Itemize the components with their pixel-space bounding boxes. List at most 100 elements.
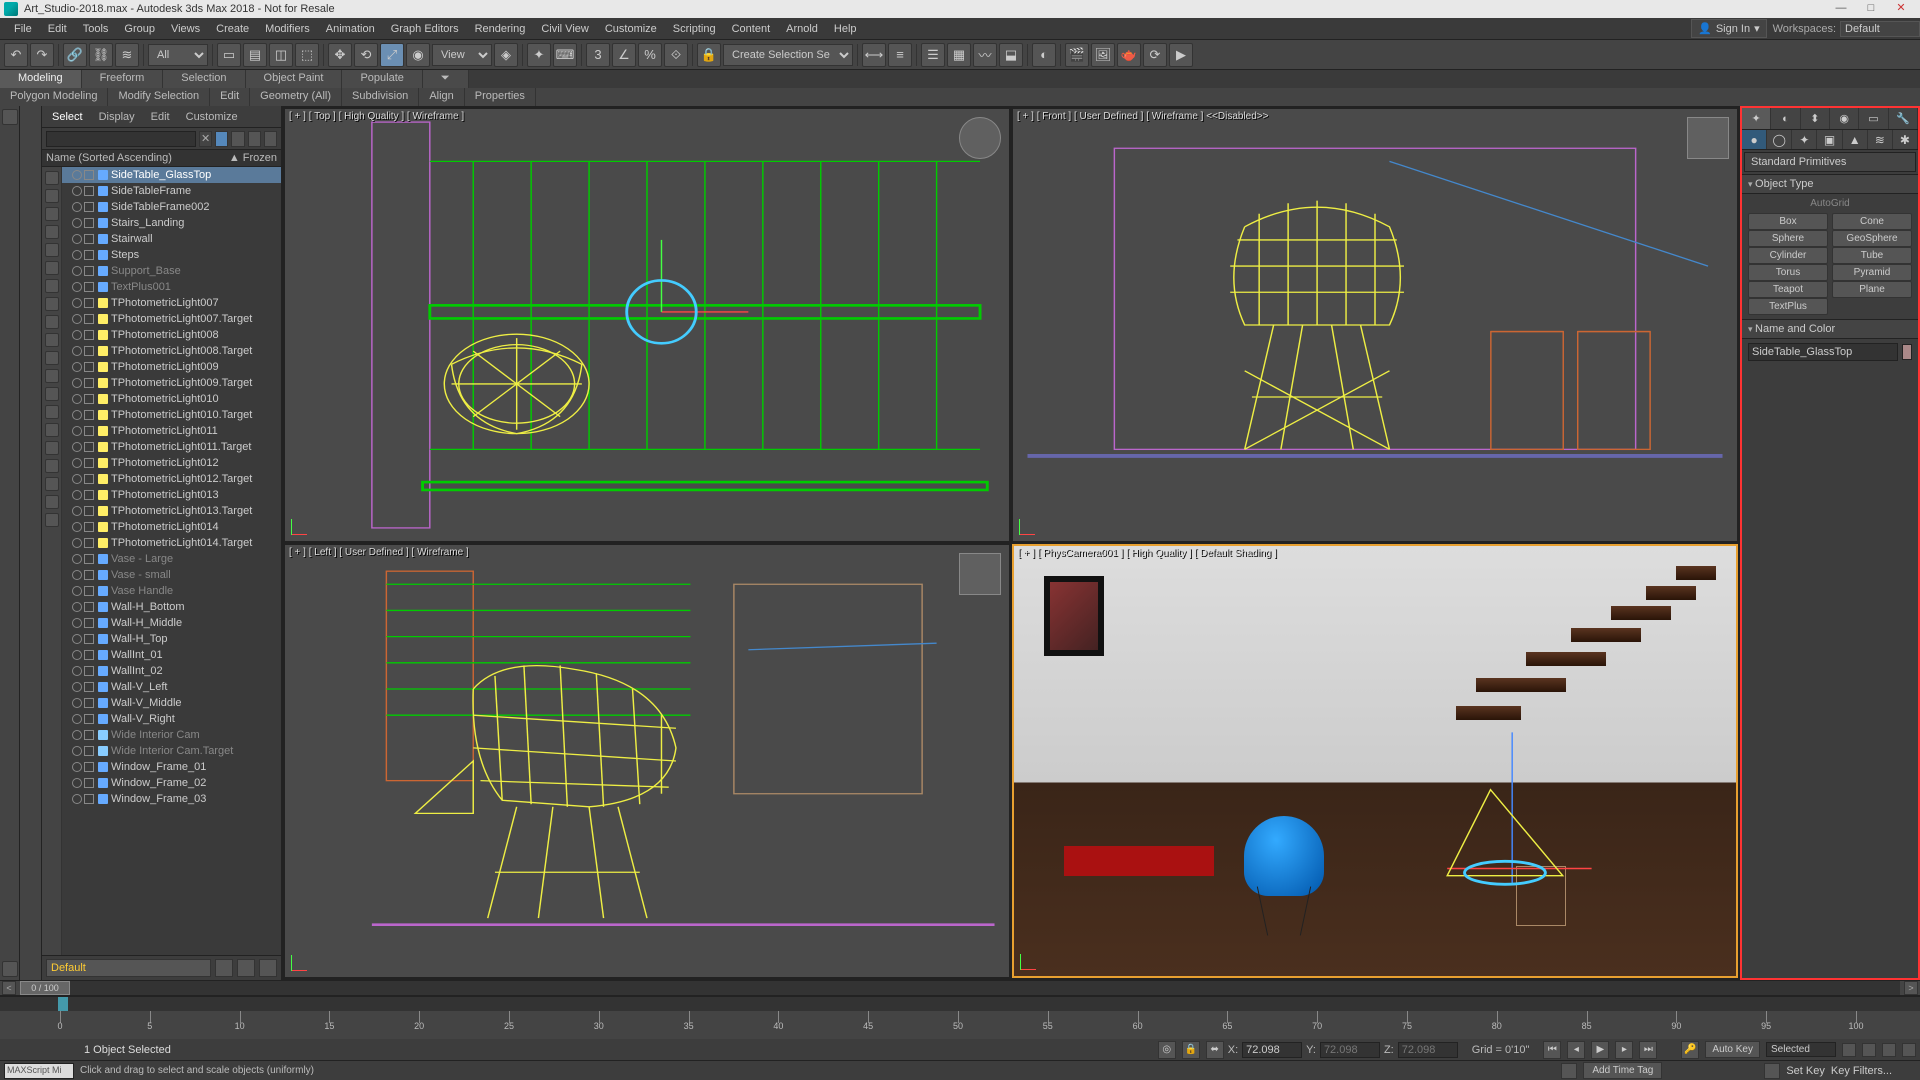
- freeze-icon[interactable]: [84, 682, 94, 692]
- freeze-icon[interactable]: [84, 202, 94, 212]
- render-iterative-button[interactable]: ⟳: [1143, 43, 1167, 67]
- render-production-button[interactable]: 🫖: [1117, 43, 1141, 67]
- scene-type-filter-17[interactable]: [45, 477, 59, 491]
- freeze-icon[interactable]: [84, 234, 94, 244]
- freeze-icon[interactable]: [84, 490, 94, 500]
- scene-item[interactable]: Window_Frame_02: [62, 775, 281, 791]
- primitive-torus[interactable]: Torus: [1748, 264, 1828, 281]
- scene-col-frozen[interactable]: ▲ Frozen: [229, 152, 277, 164]
- freeze-icon[interactable]: [84, 218, 94, 228]
- toggle-ribbon-button[interactable]: ▦: [947, 43, 971, 67]
- menu-arnold[interactable]: Arnold: [778, 20, 826, 38]
- scene-item[interactable]: Window_Frame_03: [62, 791, 281, 807]
- scene-type-filter-6[interactable]: [45, 279, 59, 293]
- scene-type-filter-7[interactable]: [45, 297, 59, 311]
- primitive-geosphere[interactable]: GeoSphere: [1832, 230, 1912, 247]
- visibility-icon[interactable]: [72, 586, 82, 596]
- viewport-camera-label[interactable]: [ + ] [ PhysCamera001 ] [ High Quality ]…: [1018, 548, 1277, 559]
- scene-item[interactable]: TPhotometricLight014.Target: [62, 535, 281, 551]
- render-activeshade-button[interactable]: ▶: [1169, 43, 1193, 67]
- setkey-button[interactable]: Set Key: [1786, 1065, 1825, 1077]
- freeze-icon[interactable]: [84, 730, 94, 740]
- menu-modifiers[interactable]: Modifiers: [257, 20, 318, 38]
- frame-input-icon[interactable]: [1764, 1063, 1780, 1079]
- scene-col-name[interactable]: Name (Sorted Ascending): [46, 152, 229, 164]
- refcoord-selector[interactable]: View: [432, 44, 492, 66]
- freeze-icon[interactable]: [84, 650, 94, 660]
- scene-type-filter-0[interactable]: [45, 171, 59, 185]
- transform-mode-icon[interactable]: ⬌: [1206, 1041, 1224, 1059]
- visibility-icon[interactable]: [72, 538, 82, 548]
- scene-item[interactable]: Wall-V_Middle: [62, 695, 281, 711]
- geometry-subtab[interactable]: ●: [1742, 130, 1767, 149]
- layer-toggle-3[interactable]: [259, 959, 277, 977]
- freeze-icon[interactable]: [84, 794, 94, 804]
- scene-item[interactable]: TPhotometricLight008: [62, 327, 281, 343]
- ribbon-sub-subdivision[interactable]: Subdivision: [342, 88, 419, 106]
- scene-item[interactable]: TPhotometricLight013.Target: [62, 503, 281, 519]
- scene-type-filter-8[interactable]: [45, 315, 59, 329]
- scene-item[interactable]: Wide Interior Cam: [62, 727, 281, 743]
- menu-animation[interactable]: Animation: [318, 20, 383, 38]
- scene-item[interactable]: Wide Interior Cam.Target: [62, 743, 281, 759]
- link-button[interactable]: 🔗: [63, 43, 87, 67]
- ribbon-sub-polygon-modeling[interactable]: Polygon Modeling: [0, 88, 108, 106]
- freeze-icon[interactable]: [84, 746, 94, 756]
- ribbon-sub-modify-selection[interactable]: Modify Selection: [108, 88, 210, 106]
- scene-expand-button[interactable]: [264, 131, 277, 147]
- key-filters-button[interactable]: Key Filters...: [1831, 1065, 1892, 1077]
- maxscript-listener[interactable]: MAXScript Mi: [4, 1063, 74, 1079]
- trackbar-handle[interactable]: [58, 997, 68, 1011]
- scene-item[interactable]: SideTableFrame: [62, 183, 281, 199]
- viewport-front[interactable]: [ + ] [ Front ] [ User Defined ] [ Wiref…: [1012, 108, 1738, 542]
- spinner-snap-button[interactable]: ⟐: [664, 43, 688, 67]
- freeze-icon[interactable]: [84, 586, 94, 596]
- scene-tab-edit[interactable]: Edit: [147, 109, 174, 125]
- scene-tab-customize[interactable]: Customize: [182, 109, 242, 125]
- bind-button[interactable]: ≋: [115, 43, 139, 67]
- visibility-icon[interactable]: [72, 282, 82, 292]
- visibility-icon[interactable]: [72, 458, 82, 468]
- select-region-button[interactable]: ◫: [269, 43, 293, 67]
- schematic-view-button[interactable]: ⬓: [999, 43, 1023, 67]
- freeze-icon[interactable]: [84, 666, 94, 676]
- visibility-icon[interactable]: [72, 378, 82, 388]
- freeze-icon[interactable]: [84, 282, 94, 292]
- scene-item[interactable]: WallInt_01: [62, 647, 281, 663]
- coord-z[interactable]: 72.098: [1398, 1042, 1458, 1058]
- rendered-frame-button[interactable]: 🖼: [1091, 43, 1115, 67]
- object-name-input[interactable]: [1748, 343, 1898, 361]
- utilities-tab[interactable]: 🔧: [1889, 108, 1918, 129]
- scene-type-filter-12[interactable]: [45, 387, 59, 401]
- time-slider-thumb[interactable]: 0 / 100: [20, 981, 70, 995]
- viewcube-front[interactable]: [1687, 117, 1729, 159]
- signin-button[interactable]: 👤 Sign In ▾: [1691, 19, 1766, 38]
- menu-customize[interactable]: Customize: [597, 20, 665, 38]
- scene-item[interactable]: SideTableFrame002: [62, 199, 281, 215]
- window-crossing-button[interactable]: ⬚: [295, 43, 319, 67]
- primitive-sphere[interactable]: Sphere: [1748, 230, 1828, 247]
- menu-views[interactable]: Views: [163, 20, 208, 38]
- vp-layout-expand[interactable]: [2, 961, 18, 977]
- freeze-icon[interactable]: [84, 186, 94, 196]
- scene-item[interactable]: TPhotometricLight007.Target: [62, 311, 281, 327]
- workspace-selector[interactable]: Default: [1840, 21, 1920, 37]
- viewport-front-label[interactable]: [ + ] [ Front ] [ User Defined ] [ Wiref…: [1017, 111, 1269, 122]
- visibility-icon[interactable]: [72, 202, 82, 212]
- scene-list[interactable]: SideTable_GlassTopSideTableFrameSideTabl…: [62, 167, 281, 955]
- visibility-icon[interactable]: [72, 746, 82, 756]
- systems-subtab[interactable]: ✱: [1893, 130, 1918, 149]
- primitive-plane[interactable]: Plane: [1832, 281, 1912, 298]
- angle-snap-button[interactable]: ∠: [612, 43, 636, 67]
- scene-item[interactable]: Stairwall: [62, 231, 281, 247]
- freeze-icon[interactable]: [84, 570, 94, 580]
- visibility-icon[interactable]: [72, 666, 82, 676]
- ribbon-sub-properties[interactable]: Properties: [465, 88, 536, 106]
- freeze-icon[interactable]: [84, 442, 94, 452]
- scene-item[interactable]: TPhotometricLight009.Target: [62, 375, 281, 391]
- rotate-button[interactable]: ⟲: [354, 43, 378, 67]
- freeze-icon[interactable]: [84, 538, 94, 548]
- freeze-icon[interactable]: [84, 634, 94, 644]
- active-layer[interactable]: Default: [46, 959, 211, 977]
- scene-item[interactable]: TPhotometricLight008.Target: [62, 343, 281, 359]
